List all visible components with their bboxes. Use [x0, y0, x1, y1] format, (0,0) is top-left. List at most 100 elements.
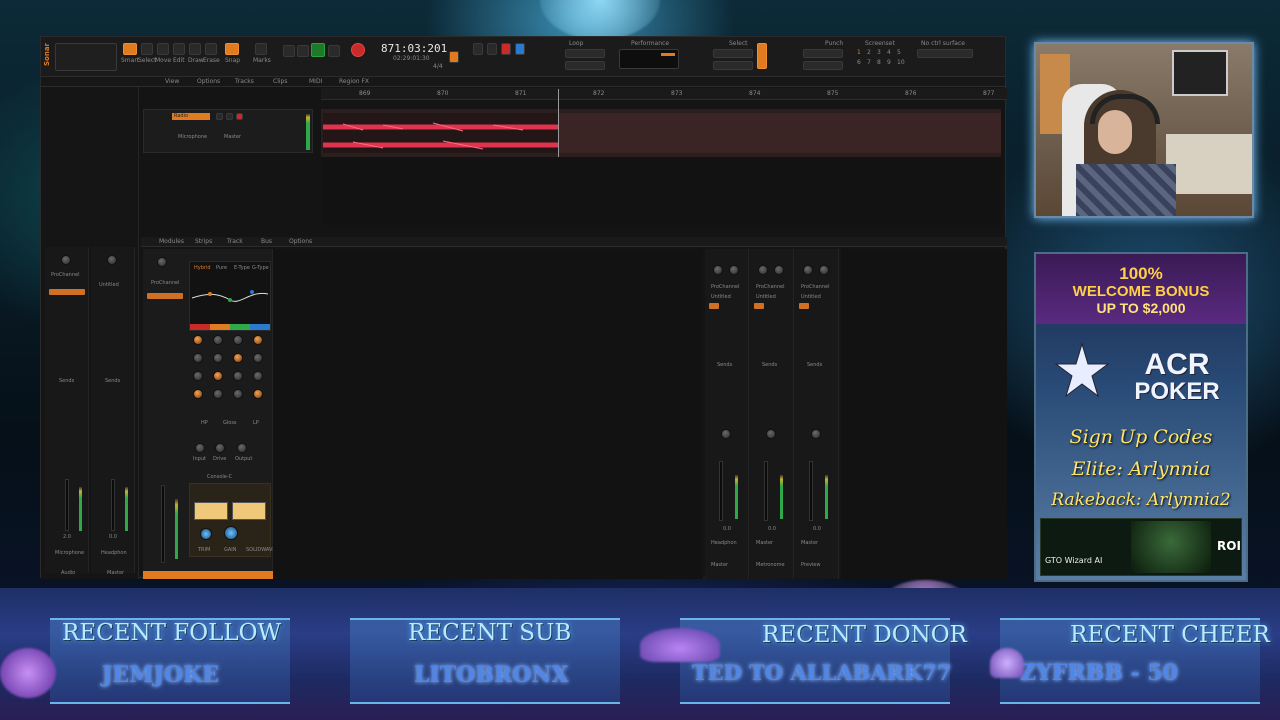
screenset-8[interactable]: 8 [877, 59, 881, 67]
loop-end-field[interactable] [565, 61, 605, 70]
timeline-ruler[interactable]: 869 870 871 872 873 874 875 876 877 [321, 88, 1007, 100]
gain-knob[interactable] [157, 257, 167, 267]
gain-knob[interactable] [107, 255, 117, 265]
tab-strips[interactable]: Strips [195, 238, 212, 246]
eq-knob[interactable] [213, 371, 223, 381]
smart-tool-button[interactable] [123, 43, 137, 55]
input-echo-button[interactable] [515, 43, 525, 55]
volume-fader[interactable] [111, 479, 115, 531]
compressor-panel[interactable]: TRIM GAIN SOLIDWAVE [189, 483, 276, 557]
eq-knob[interactable] [253, 389, 263, 399]
volume-fader[interactable] [764, 461, 768, 521]
volume-fader[interactable] [719, 461, 723, 521]
track-name-field[interactable]: Radio [172, 113, 210, 120]
track-header[interactable]: Radio Microphone Master [143, 109, 313, 153]
menu-view[interactable]: View [165, 78, 179, 86]
mode-select[interactable]: Select [138, 57, 157, 65]
marks-button[interactable] [255, 43, 267, 55]
eq-knob[interactable] [233, 335, 243, 345]
fx-slot[interactable] [709, 303, 719, 309]
eq-knob[interactable] [233, 371, 243, 381]
screenset-7[interactable]: 7 [867, 59, 871, 67]
volume-fader[interactable] [65, 479, 69, 531]
send-knob[interactable] [766, 429, 776, 439]
gain-knob[interactable] [713, 265, 723, 275]
track-output-label[interactable]: Master [224, 133, 241, 141]
screenset-4[interactable]: 4 [887, 49, 891, 57]
strip-input[interactable]: Microphone [55, 549, 84, 557]
solo-button[interactable] [487, 43, 497, 55]
screenset-9[interactable]: 9 [887, 59, 891, 67]
project-panel[interactable] [55, 43, 117, 71]
send-knob[interactable] [811, 429, 821, 439]
mode-edit[interactable]: Edit [173, 57, 185, 65]
menu-region-fx[interactable]: Region FX [339, 78, 369, 86]
mode-move[interactable]: Move [155, 57, 171, 65]
eq-knob[interactable] [213, 335, 223, 345]
track-mute-button[interactable] [216, 113, 223, 120]
record-button[interactable] [351, 43, 365, 57]
move-tool-button[interactable] [157, 43, 169, 55]
eq-band-lp[interactable]: LP [253, 419, 259, 427]
eq-knob[interactable] [253, 353, 263, 363]
input-knob[interactable] [195, 443, 205, 453]
gain-knob[interactable] [803, 265, 813, 275]
meter-signature[interactable]: 4/4 [433, 63, 443, 71]
control-surface-label[interactable]: No ctrl surface [921, 40, 965, 48]
pan-knob[interactable] [729, 265, 739, 275]
volume-fader[interactable] [161, 485, 165, 563]
drive-knob[interactable] [215, 443, 225, 453]
gain-knob[interactable] [61, 255, 71, 265]
loop-start-field[interactable] [565, 49, 605, 58]
eq-knob[interactable] [253, 335, 263, 345]
tab-modules[interactable]: Modules [159, 238, 184, 246]
eq-band-hp[interactable]: HP [201, 419, 208, 427]
eq-band-gloss[interactable]: Gloss [223, 419, 237, 427]
send-knob[interactable] [721, 429, 731, 439]
eq-knob[interactable] [193, 353, 203, 363]
control-surface-field[interactable] [917, 49, 973, 58]
eq-knob[interactable] [213, 353, 223, 363]
draw-tool-button[interactable] [189, 43, 201, 55]
track-solo-button[interactable] [226, 113, 233, 120]
volume-fader[interactable] [809, 461, 813, 521]
mode-erase[interactable]: Erase [203, 57, 220, 65]
mode-snap[interactable]: Snap [225, 57, 240, 65]
eq-knob[interactable] [193, 389, 203, 399]
mode-marks[interactable]: Marks [253, 57, 271, 65]
mode-draw[interactable]: Draw [188, 57, 204, 65]
strip-output[interactable]: Headphon [711, 539, 737, 547]
menu-options[interactable]: Options [197, 78, 220, 86]
select-start-field[interactable] [713, 49, 753, 58]
strip-input[interactable]: Headphon [101, 549, 127, 557]
pan-knob[interactable] [819, 265, 829, 275]
strip-output[interactable]: Master [756, 539, 773, 547]
eq-type-pure[interactable]: Pure [216, 264, 227, 272]
select-auto-button[interactable] [757, 43, 767, 69]
eq-knob[interactable] [193, 371, 203, 381]
menu-tracks[interactable]: Tracks [235, 78, 254, 86]
eq-type-e[interactable]: E-Type [234, 264, 250, 272]
screenset-6[interactable]: 6 [857, 59, 861, 67]
strip-output[interactable]: Master [801, 539, 818, 547]
trim-knob[interactable] [200, 528, 212, 540]
stop-button[interactable] [297, 45, 309, 57]
tab-track[interactable]: Track [227, 238, 243, 246]
arm-button[interactable] [501, 43, 511, 55]
punch-start-field[interactable] [803, 49, 843, 58]
pan-knob[interactable] [774, 265, 784, 275]
eq-module[interactable] [49, 289, 85, 295]
eq-panel[interactable]: Hybrid Pure E-Type G-Type [189, 261, 271, 331]
screenset-3[interactable]: 3 [877, 49, 881, 57]
forward-button[interactable] [328, 45, 340, 57]
screenset-1[interactable]: 1 [857, 49, 861, 57]
gain-knob[interactable] [758, 265, 768, 275]
clip-region-selection[interactable] [559, 113, 1001, 153]
tab-options[interactable]: Options [289, 238, 312, 246]
gain-knob[interactable] [224, 526, 238, 540]
eq-type-g[interactable]: G-Type [252, 264, 269, 272]
punch-end-field[interactable] [803, 61, 843, 70]
edit-tool-button[interactable] [173, 43, 185, 55]
screenset-2[interactable]: 2 [867, 49, 871, 57]
strip-name-bar[interactable] [143, 571, 273, 579]
